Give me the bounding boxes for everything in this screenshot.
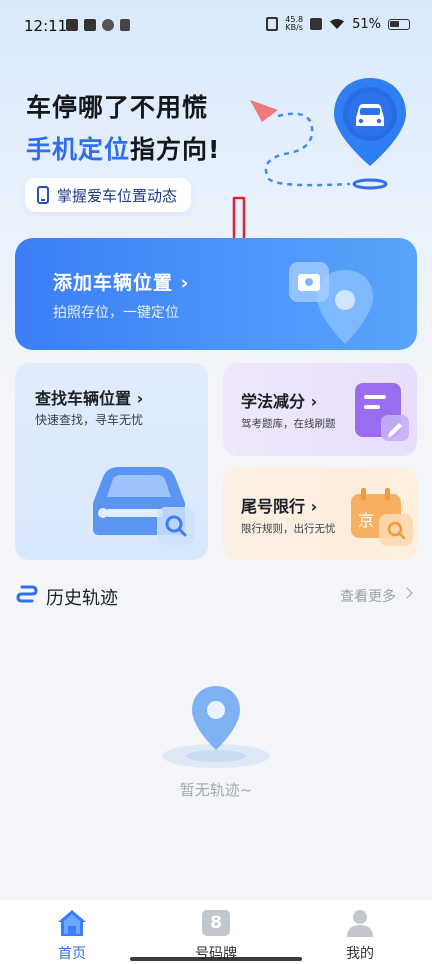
add-vehicle-position-subtitle: 拍照存位，一键定位 (53, 305, 179, 321)
profile-icon (347, 910, 373, 937)
hero-title-line2: 手机定位指方向! (26, 130, 220, 166)
network-speed: 45.8 KB/s (285, 16, 303, 32)
find-vehicle-title: 查找车辆位置 › (35, 389, 144, 408)
nav-label-home: 首页 (58, 946, 86, 962)
battery-icon (388, 18, 410, 30)
download-notification-icon (120, 19, 130, 31)
tail-badge-char: 京 (358, 511, 374, 530)
chevron-right-icon[interactable] (401, 587, 413, 599)
hero-title-line1: 车停哪了不用慌 (26, 93, 209, 122)
calendar-search-icon: 京 (351, 488, 413, 546)
history-track-title: 历史轨迹 (46, 588, 118, 609)
find-vehicle-card[interactable]: 查找车辆位置 › 快速查找，寻车无忧 (15, 363, 208, 560)
tail-number-restriction-subtitle: 限行规则，出行无忧 (241, 523, 336, 535)
car-status-pill[interactable]: 掌握爱车位置动态 (25, 178, 192, 212)
empty-history-text: 暂无轨迹~ (179, 781, 253, 799)
play-notification-icon (84, 19, 96, 31)
home-icon (58, 910, 86, 936)
add-vehicle-position-card[interactable]: 添加车辆位置 › 拍照存位，一键定位 (15, 238, 417, 350)
empty-location-icon (162, 686, 270, 768)
phone-icon (37, 186, 49, 204)
vibrate-icon (266, 17, 279, 31)
app-notification-icon (66, 19, 78, 31)
nav-item-profile[interactable]: 我的 (305, 900, 415, 964)
nav-label-profile: 我的 (346, 946, 374, 962)
car-search-icon (93, 467, 195, 545)
home-indicator[interactable] (130, 957, 302, 961)
location-pin-illustration (250, 78, 406, 190)
view-more-link[interactable]: 查看更多 (340, 586, 396, 606)
check-notification-icon (102, 19, 114, 31)
study-deduct-points-card[interactable]: 学法减分 › 驾考题库，在线刷题 (223, 363, 417, 456)
status-right: 45.8 KB/s 51% (266, 16, 410, 32)
battery-percent: 51% (352, 16, 381, 32)
camera-pin-icon (289, 262, 373, 344)
exam-document-icon (355, 383, 409, 441)
route-icon (16, 585, 38, 603)
nav-item-home[interactable]: 首页 (17, 900, 127, 964)
car-status-pill-label: 掌握爱车位置动态 (57, 186, 178, 205)
study-deduct-points-subtitle: 驾考题库，在线刷题 (241, 418, 336, 430)
status-time: 12:11 (24, 17, 68, 35)
tail-number-restriction-title: 尾号限行 › (241, 497, 318, 516)
network-speed-unit: KB/s (285, 23, 303, 32)
study-deduct-points-title: 学法减分 › (241, 392, 318, 411)
hero-title-highlight: 手机定位 (26, 135, 131, 164)
plate-icon: 8 (202, 910, 230, 936)
add-vehicle-position-title: 添加车辆位置 › (53, 272, 190, 294)
nav-item-plate[interactable]: 8 号码牌 (161, 900, 271, 964)
bottom-navigation: 首页 8 号码牌 我的 (0, 900, 432, 964)
nfc-icon (310, 18, 323, 30)
wifi-icon (330, 19, 345, 29)
notification-icons (66, 19, 130, 31)
find-vehicle-subtitle: 快速查找，寻车无忧 (35, 413, 144, 427)
tail-number-restriction-card[interactable]: 尾号限行 › 限行规则，出行无忧 京 (223, 468, 417, 560)
status-bar: 12:11 45.8 KB/s 51% (0, 0, 432, 52)
hero-title-rest: 指方向! (130, 135, 221, 164)
